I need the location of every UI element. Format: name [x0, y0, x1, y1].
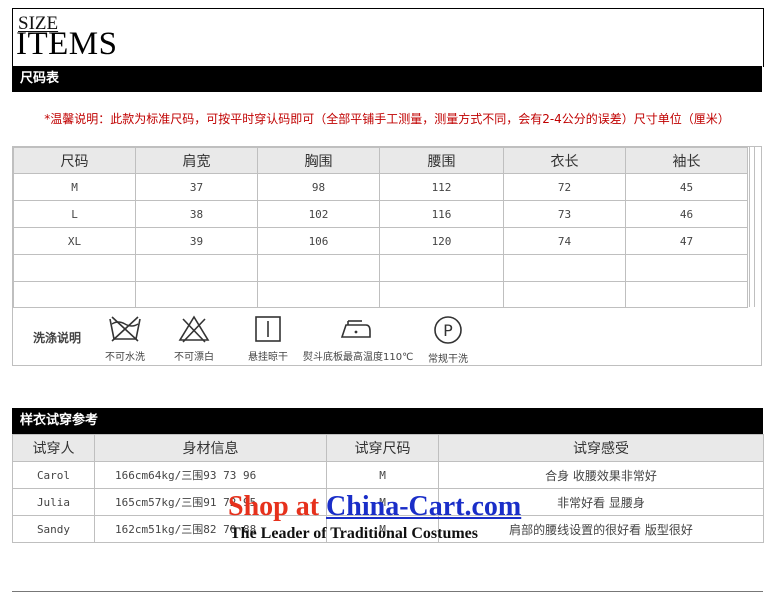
- no-wash-icon: [109, 316, 141, 342]
- col-header-feel: 试穿感受: [438, 434, 764, 462]
- empty-cell: [257, 281, 380, 308]
- cell-tester: Sandy: [12, 515, 95, 543]
- cell-waist: 120: [379, 227, 504, 255]
- care-title: 洗涤说明: [33, 331, 82, 345]
- table-row: L 38 102 116 73 46: [13, 200, 748, 228]
- table-row: M 37 98 112 72 45: [13, 173, 748, 201]
- cell-size: M: [326, 461, 439, 489]
- col-header-length: 衣长: [503, 147, 626, 174]
- care-instructions: 洗涤说明 不可水洗 不可漂白 悬挂晾干 熨斗底板最高温度110℃ P 常规干洗: [13, 307, 761, 365]
- empty-cell: [13, 281, 136, 308]
- cell-waist: 112: [379, 173, 504, 201]
- cell-size: M: [326, 515, 439, 543]
- care-item: P 常规干洗: [423, 315, 473, 365]
- col-header-tester: 试穿人: [12, 434, 95, 462]
- cell-bust: 102: [257, 200, 380, 228]
- empty-cell: [503, 281, 626, 308]
- cell-feel: 肩部的腰线设置的很好看 版型很好: [438, 515, 764, 543]
- table-row: Julia 165cm57kg/三围91 72 95 M 非常好看 显腰身: [12, 488, 764, 516]
- cell-shoulder: 39: [135, 227, 258, 255]
- iron-icon: [340, 320, 371, 338]
- empty-cell: [379, 254, 504, 282]
- cell-size: L: [13, 200, 136, 228]
- hang-dry-icon: [255, 316, 281, 342]
- cell-length: 74: [503, 227, 626, 255]
- size-items-header: [12, 8, 764, 67]
- care-item: 悬挂晾干: [243, 315, 293, 363]
- cell-sleeve: 46: [625, 200, 748, 228]
- no-bleach-icon: [178, 315, 210, 343]
- empty-cell: [625, 281, 748, 308]
- cell-tester: Carol: [12, 461, 95, 489]
- empty-cell: [503, 254, 626, 282]
- tryon-table: 试穿人 身材信息 试穿尺码 试穿感受 Carol 166cm64kg/三围93 …: [12, 434, 764, 543]
- cell-size: XL: [13, 227, 136, 255]
- cell-sleeve: 47: [625, 227, 748, 255]
- items-label: ITEMS: [16, 26, 118, 62]
- empty-cell: [135, 254, 258, 282]
- table-row-empty: [13, 254, 748, 282]
- size-table-header-row: 尺码 肩宽 胸围 腰围 衣长 袖长: [13, 147, 748, 174]
- cell-bust: 106: [257, 227, 380, 255]
- cell-bust: 98: [257, 173, 380, 201]
- col-header-sleeve: 袖长: [625, 147, 748, 174]
- cell-tester: Julia: [12, 488, 95, 516]
- empty-cell: [13, 254, 136, 282]
- tryon-bar: 样衣试穿参考: [12, 408, 763, 434]
- col-header-waist: 腰围: [379, 147, 504, 174]
- svg-text:P: P: [443, 321, 453, 340]
- cell-body: 166cm64kg/三围93 73 96: [94, 461, 327, 489]
- tryon-header-row: 试穿人 身材信息 试穿尺码 试穿感受: [12, 434, 764, 462]
- cell-length: 73: [503, 200, 626, 228]
- col-header-size: 尺码: [13, 147, 136, 174]
- cell-shoulder: 37: [135, 173, 258, 201]
- table-row: Carol 166cm64kg/三围93 73 96 M 合身 收腰效果非常好: [12, 461, 764, 489]
- empty-cell: [135, 281, 258, 308]
- empty-cell: [625, 254, 748, 282]
- care-label: 悬挂晾干: [248, 352, 288, 363]
- cell-length: 72: [503, 173, 626, 201]
- care-label: 不可漂白: [174, 352, 214, 363]
- bottom-divider: [12, 591, 763, 592]
- size-table: 尺码 肩宽 胸围 腰围 衣长 袖长 M 37 98 112 72 45 L 38…: [13, 147, 748, 308]
- cell-body: 165cm57kg/三围91 72 95: [94, 488, 327, 516]
- cell-body: 162cm51kg/三围82 70 88: [94, 515, 327, 543]
- col-header-body: 身材信息: [94, 434, 327, 462]
- care-item: 不可水洗: [101, 315, 149, 363]
- empty-cell: [379, 281, 504, 308]
- cell-feel: 非常好看 显腰身: [438, 488, 764, 516]
- care-item: 不可漂白: [169, 315, 219, 363]
- table-row: XL 39 106 120 74 47: [13, 227, 748, 255]
- cell-sleeve: 45: [625, 173, 748, 201]
- table-row: Sandy 162cm51kg/三围82 70 88 M 肩部的腰线设置的很好看…: [12, 515, 764, 543]
- table-row-empty: [13, 281, 748, 308]
- col-header-shoulder: 肩宽: [135, 147, 258, 174]
- size-note: *温馨说明：此款为标准尺码，可按平时穿认码即可（全部平铺手工测量，测量方式不同，…: [44, 112, 730, 126]
- col-header-bust: 胸围: [257, 147, 380, 174]
- size-chart-bar: 尺码表: [12, 66, 762, 92]
- table-edge-line: [749, 147, 750, 307]
- care-label: 熨斗底板最高温度110℃: [303, 352, 414, 363]
- care-label: 不可水洗: [105, 352, 145, 363]
- empty-cell: [257, 254, 380, 282]
- col-header-size: 试穿尺码: [326, 434, 439, 462]
- cell-shoulder: 38: [135, 200, 258, 228]
- cell-size: M: [13, 173, 136, 201]
- cell-waist: 116: [379, 200, 504, 228]
- care-label: 常规干洗: [428, 354, 468, 365]
- dry-clean-p-icon: P: [434, 316, 462, 344]
- cell-size: M: [326, 488, 439, 516]
- cell-feel: 合身 收腰效果非常好: [438, 461, 764, 489]
- care-item: 熨斗底板最高温度110℃: [303, 315, 414, 363]
- table-edge-line: [754, 147, 755, 307]
